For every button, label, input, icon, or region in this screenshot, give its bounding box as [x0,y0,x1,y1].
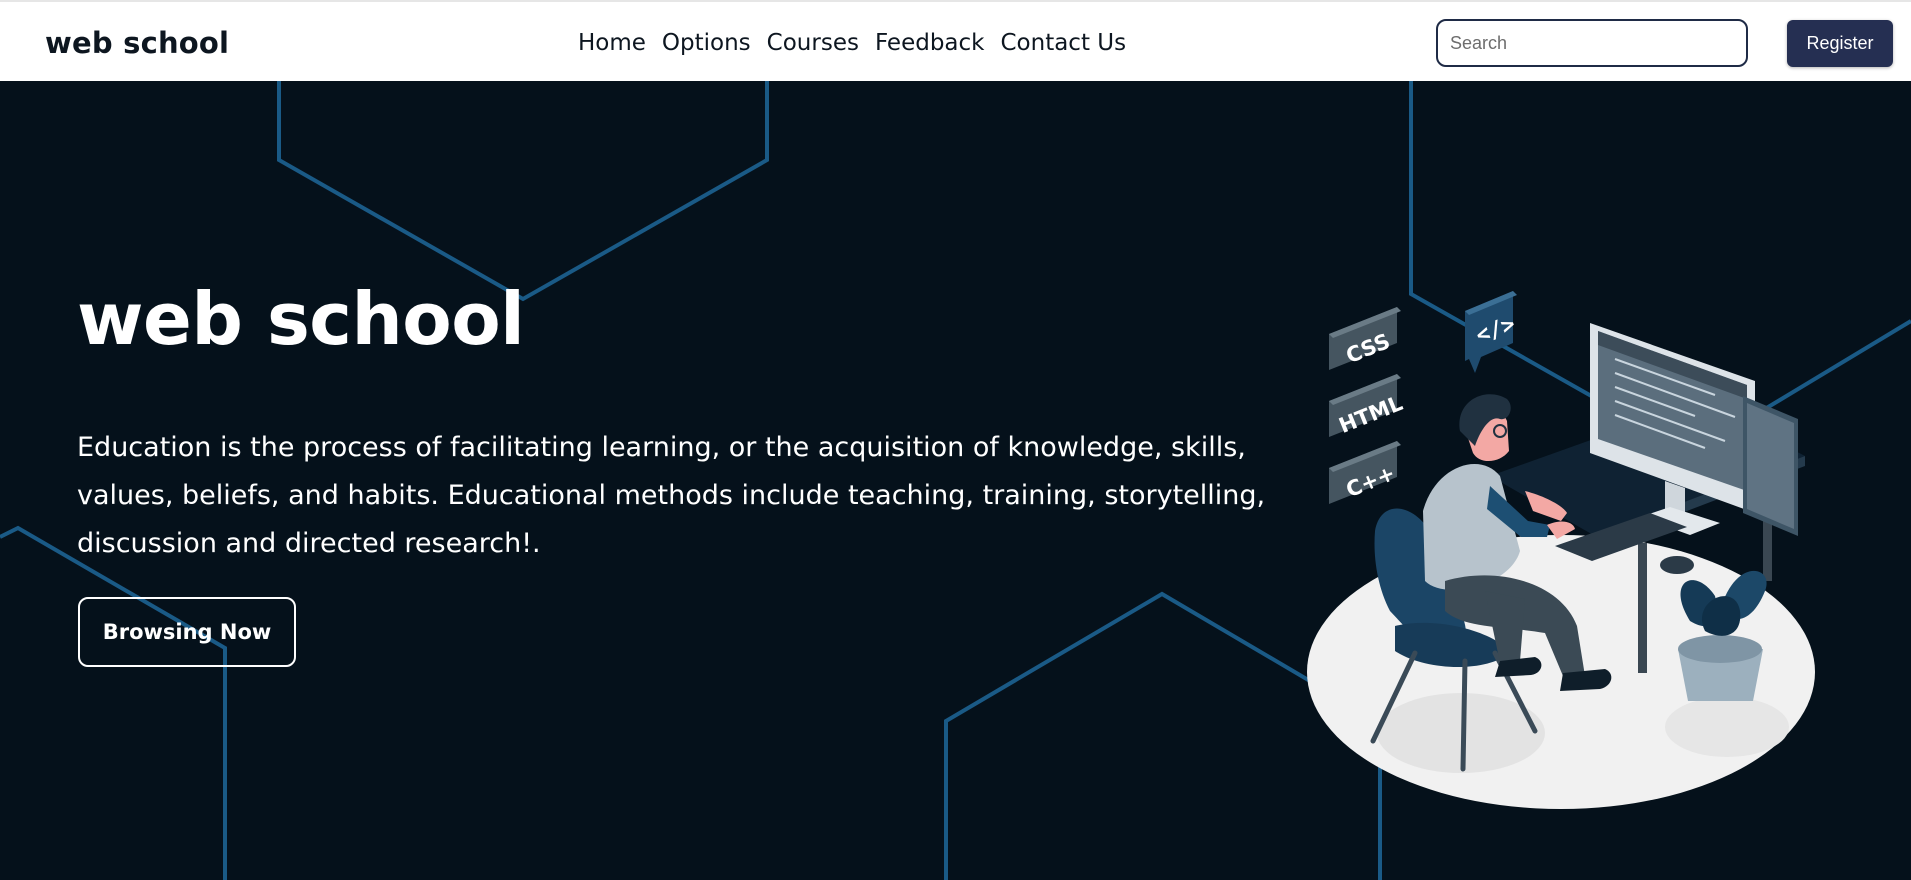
hero-title: web school [77,277,525,361]
nav-link-home[interactable]: Home [578,30,646,56]
search-input[interactable] [1436,19,1748,67]
css-tag-icon: CSS [1329,307,1401,370]
register-button[interactable]: Register [1787,20,1893,67]
nav-link-courses[interactable]: Courses [767,30,859,56]
browsing-now-button[interactable]: Browsing Now [78,597,296,667]
developer-illustration: CSS HTML C++ </> [1307,291,1815,809]
navbar: web school Home Options Courses Feedback… [0,0,1911,81]
hero-section: web school Education is the process of f… [0,81,1911,880]
code-bubble-icon: </> [1465,291,1519,373]
nav-link-contact-us[interactable]: Contact Us [1000,30,1126,56]
brand-logo[interactable]: web school [45,26,229,60]
html-tag-icon: HTML [1329,374,1406,438]
nav-link-options[interactable]: Options [662,30,751,56]
nav-link-feedback[interactable]: Feedback [875,30,985,56]
cpp-tag-icon: C++ [1329,441,1401,504]
nav-links: Home Options Courses Feedback Contact Us [578,30,1126,56]
hero-description: Education is the process of facilitating… [77,432,1266,559]
